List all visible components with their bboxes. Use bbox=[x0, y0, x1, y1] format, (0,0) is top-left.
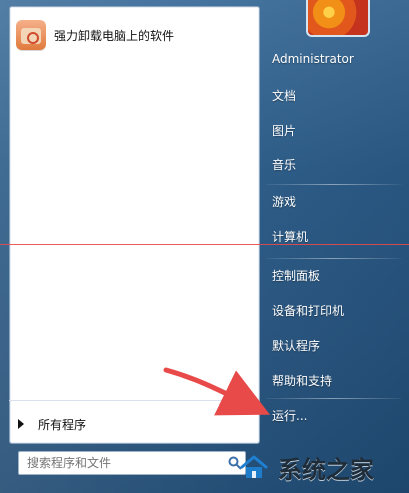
right-item-label: 默认程序 bbox=[272, 338, 321, 353]
right-item-label: 文档 bbox=[272, 88, 297, 103]
right-item-pictures[interactable]: 图片 bbox=[262, 116, 409, 144]
right-item-music[interactable]: 音乐 bbox=[262, 150, 409, 178]
right-item-label: 运行... bbox=[272, 408, 308, 423]
start-menu: 强力卸载电脑上的软件 所有程序 Administrator 文档 图片 音乐 游… bbox=[0, 0, 409, 493]
watermark-text: 系统之家 bbox=[278, 455, 374, 484]
user-avatar[interactable] bbox=[306, 0, 370, 37]
search-box[interactable] bbox=[18, 451, 246, 475]
right-item-label: 帮助和支持 bbox=[272, 373, 333, 388]
user-name-item[interactable]: Administrator bbox=[262, 45, 409, 73]
all-programs-button[interactable]: 所有程序 bbox=[14, 414, 254, 434]
right-item-label: 游戏 bbox=[272, 194, 297, 209]
right-item-computer[interactable]: 计算机 bbox=[262, 222, 409, 250]
start-menu-left-pane: 强力卸载电脑上的软件 bbox=[9, 6, 260, 444]
right-item-devices-printers[interactable]: 设备和打印机 bbox=[262, 296, 409, 324]
watermark: 系统之家 bbox=[236, 445, 406, 489]
right-item-label: 计算机 bbox=[272, 229, 309, 244]
right-item-run[interactable]: 运行... bbox=[262, 401, 409, 429]
house-logo-icon bbox=[240, 455, 268, 478]
search-input[interactable] bbox=[19, 453, 225, 473]
pinned-program-uninstaller[interactable]: 强力卸载电脑上的软件 bbox=[16, 15, 248, 55]
right-item-help-support[interactable]: 帮助和支持 bbox=[262, 366, 409, 394]
all-programs-label: 所有程序 bbox=[38, 417, 87, 432]
right-item-default-programs[interactable]: 默认程序 bbox=[262, 331, 409, 359]
right-pane-divider bbox=[266, 258, 401, 259]
right-item-documents[interactable]: 文档 bbox=[262, 81, 409, 109]
right-item-games[interactable]: 游戏 bbox=[262, 187, 409, 215]
uninstaller-box-icon bbox=[16, 20, 46, 50]
right-item-label: 音乐 bbox=[272, 157, 297, 172]
right-pane-divider bbox=[266, 184, 401, 185]
right-pane-divider bbox=[266, 398, 401, 399]
triangle-right-icon bbox=[18, 419, 24, 429]
right-item-control-panel[interactable]: 控制面板 bbox=[262, 261, 409, 289]
right-item-label: 图片 bbox=[272, 123, 297, 138]
user-name-label: Administrator bbox=[272, 52, 354, 66]
pinned-program-label: 强力卸载电脑上的软件 bbox=[54, 28, 175, 43]
right-item-label: 设备和打印机 bbox=[272, 303, 345, 318]
annotation-guide-line bbox=[0, 244, 409, 245]
left-pane-divider bbox=[9, 400, 259, 401]
right-item-label: 控制面板 bbox=[272, 268, 321, 283]
